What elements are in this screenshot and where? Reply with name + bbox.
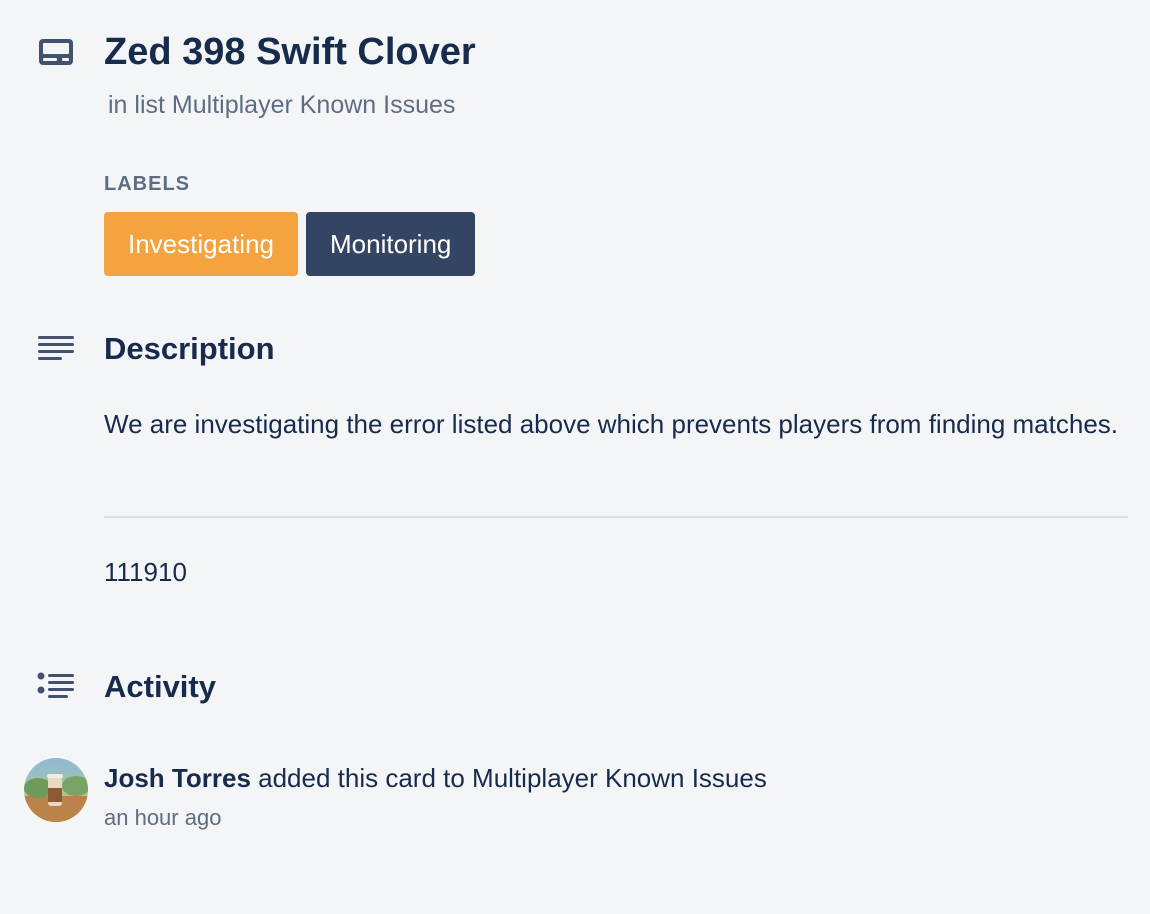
activity-icon xyxy=(37,671,75,706)
activity-action: added this card to Multiplayer Known Iss… xyxy=(258,763,767,793)
description-text[interactable]: We are investigating the error listed ab… xyxy=(104,404,1134,444)
list-prefix: in list xyxy=(108,91,165,119)
activity-timestamp[interactable]: an hour ago xyxy=(104,802,221,834)
card-title[interactable]: Zed 398 Swift Clover xyxy=(104,26,476,78)
activity-entry-text: Josh Torres added this card to Multiplay… xyxy=(104,760,767,796)
description-heading: Description xyxy=(104,331,275,366)
list-name-link[interactable]: Multiplayer Known Issues xyxy=(172,91,455,119)
label-investigating[interactable]: Investigating xyxy=(104,212,298,276)
labels-heading: LABELS xyxy=(104,173,190,195)
user-avatar[interactable] xyxy=(24,758,88,822)
activity-heading: Activity xyxy=(104,669,216,704)
description-icon xyxy=(37,334,75,367)
list-reference: in list Multiplayer Known Issues xyxy=(108,88,455,122)
labels-list: Investigating Monitoring xyxy=(104,212,476,276)
activity-author-link[interactable]: Josh Torres xyxy=(104,763,251,793)
description-extra-text[interactable]: 111910 xyxy=(104,552,187,592)
label-monitoring[interactable]: Monitoring xyxy=(305,212,476,276)
description-divider xyxy=(104,516,1128,518)
card-icon xyxy=(38,38,74,66)
